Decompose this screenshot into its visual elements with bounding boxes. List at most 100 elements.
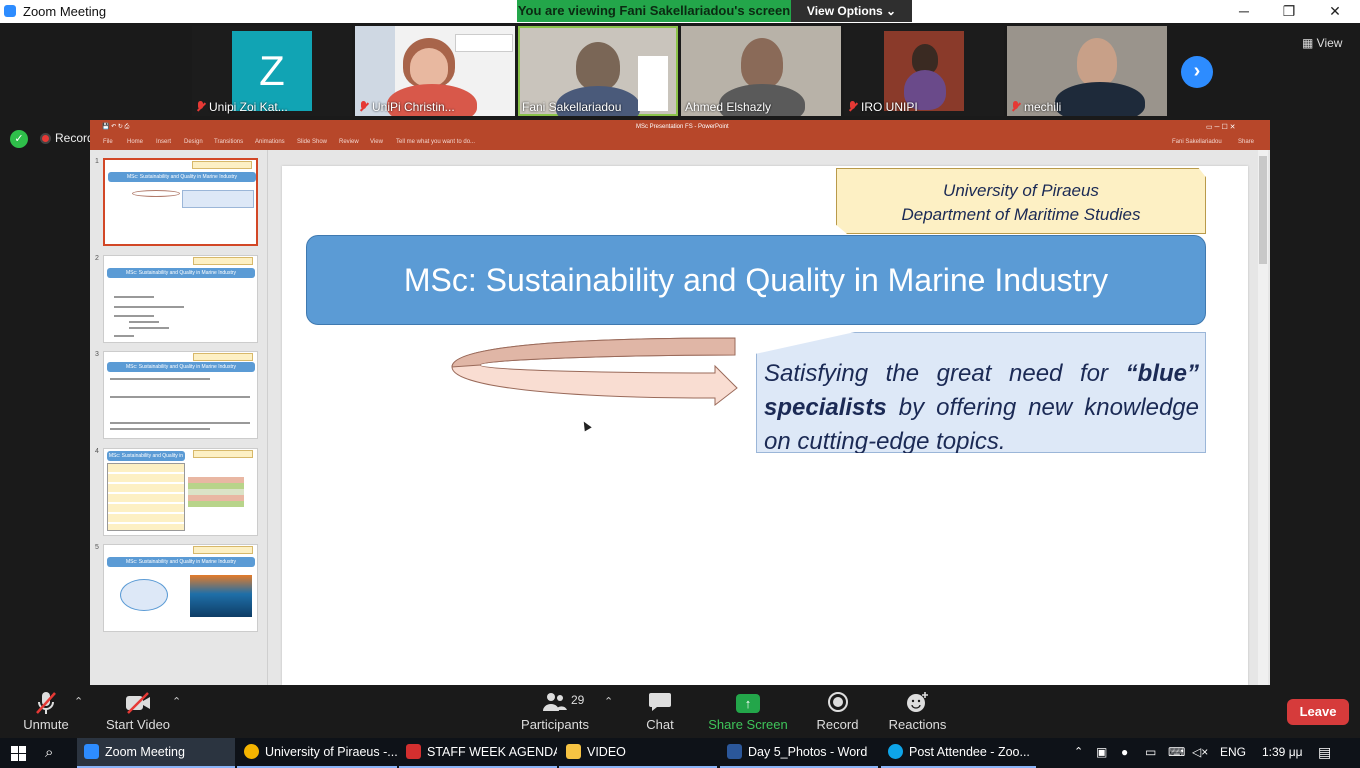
unmute-button[interactable]: Unmute xyxy=(16,685,76,738)
powerpoint-titlebar: MSc Presentation FS - PowerPoint 💾 ↶ ↻ ⎙… xyxy=(90,120,1270,134)
participants-button[interactable]: 29 Participants xyxy=(520,685,590,738)
thumb-title: MSc: Sustainability and Quality in Marin… xyxy=(108,172,256,182)
thumb-university-box xyxy=(193,257,253,265)
thumb-university-box xyxy=(193,353,253,361)
view-options-button[interactable]: View Options ⌄ xyxy=(791,0,912,22)
thumb-title: MSc: Sustainability and Quality in Marin… xyxy=(107,451,185,469)
minimize-icon[interactable]: ─ xyxy=(1221,0,1267,23)
tray-mic-icon[interactable]: ● xyxy=(1121,738,1128,768)
powerpoint-window-controls: ▭ ─ ☐ ✕ xyxy=(1206,124,1236,131)
tray-clock[interactable]: 1:39 μμ xyxy=(1262,738,1303,768)
participant-gallery: Z Unipi Zoi Kat... UniPi Christin... Fan… xyxy=(0,23,1360,118)
share-screen-button[interactable]: ↑ Share Screen xyxy=(708,685,788,738)
tray-network-icon[interactable]: ⌨ xyxy=(1168,738,1185,768)
zoom-app-icon xyxy=(4,5,16,17)
tray-webcam-icon[interactable]: ▣ xyxy=(1096,738,1107,768)
slide-number: 1 xyxy=(95,158,99,165)
participants-count: 29 xyxy=(571,693,585,707)
slide-thumbnail[interactable]: MSc: Sustainability and Quality in Marin… xyxy=(103,448,258,536)
participants-caret-icon[interactable]: ⌃ xyxy=(604,695,613,708)
next-page-icon[interactable]: › xyxy=(1181,56,1213,88)
muted-mic-icon xyxy=(359,101,368,113)
ribbon-tab[interactable]: Review xyxy=(339,139,359,145)
quick-access-icons: 💾 ↶ ↻ ⎙ xyxy=(102,124,130,130)
thumb-university-box xyxy=(193,546,253,554)
taskbar-item-chrome[interactable]: University of Piraeus -... xyxy=(237,738,397,768)
tray-language[interactable]: ENG xyxy=(1220,738,1246,768)
participant-name: Ahmed Elshazly xyxy=(685,100,772,114)
participant-name: IRO UNIPI xyxy=(848,100,918,114)
avatar-letter: Z xyxy=(232,31,312,111)
ribbon-tab[interactable]: View xyxy=(370,139,383,145)
gallery-view-button[interactable]: ▦ View xyxy=(1302,36,1342,50)
participant-name: UniPi Christin... xyxy=(359,100,455,114)
close-icon[interactable]: ✕ xyxy=(1312,0,1358,23)
notifications-icon[interactable]: ▤ xyxy=(1318,738,1331,768)
participant-tile[interactable]: Z Unipi Zoi Kat... xyxy=(192,26,352,116)
share-button[interactable]: Share xyxy=(1238,139,1254,145)
thumb-university-box xyxy=(192,161,252,169)
powerpoint-workspace: 1 MSc: Sustainability and Quality in Mar… xyxy=(90,150,1270,685)
ribbon-tab[interactable]: Slide Show xyxy=(297,139,327,145)
tray-volume-icon[interactable]: ◁× xyxy=(1192,738,1208,768)
thumb-university-box xyxy=(193,450,253,458)
slide-thumbnail[interactable]: MSc: Sustainability and Quality in Marin… xyxy=(103,158,258,246)
share-screen-icon: ↑ xyxy=(708,691,788,715)
participants-icon: 29 xyxy=(520,691,590,715)
participant-tile-active-speaker[interactable]: Fani Sakellariadou xyxy=(518,26,678,116)
thumb-title: MSc: Sustainability and Quality in Marin… xyxy=(107,362,255,372)
participant-tile[interactable]: Ahmed Elshazly xyxy=(681,26,841,116)
slide-canvas[interactable]: University of Piraeus Department of Mari… xyxy=(282,166,1248,685)
participant-tile[interactable]: UniPi Christin... xyxy=(355,26,515,116)
viewing-screen-banner: You are viewing Fani Sakellariadou's scr… xyxy=(517,0,791,22)
scroll-thumb[interactable] xyxy=(1259,156,1267,264)
shared-screen: MSc Presentation FS - PowerPoint 💾 ↶ ↻ ⎙… xyxy=(90,120,1270,685)
ribbon-tab[interactable]: Home xyxy=(127,139,143,145)
slide-thumbnail[interactable]: MSc: Sustainability and Quality in Marin… xyxy=(103,351,258,439)
record-button[interactable]: Record xyxy=(810,685,865,738)
slide-thumbnail[interactable]: MSc: Sustainability and Quality in Marin… xyxy=(103,255,258,343)
slide-quote: Satisfying the great need for “blue” spe… xyxy=(756,332,1206,453)
ribbon-tab[interactable]: Insert xyxy=(156,139,171,145)
taskbar-item-pdf[interactable]: STAFF WEEK AGENDA... xyxy=(399,738,557,768)
windows-start-icon[interactable] xyxy=(11,746,26,761)
meeting-toolbar: Unmute ⌃ Start Video ⌃ 29 Participants ⌃… xyxy=(0,685,1360,738)
participant-tile[interactable]: mechili xyxy=(1007,26,1167,116)
reactions-button[interactable]: Reactions xyxy=(885,685,950,738)
slide-title: MSc: Sustainability and Quality in Marin… xyxy=(306,235,1206,325)
tell-me-box[interactable]: Tell me what you want to do... xyxy=(396,139,475,145)
audio-options-caret-icon[interactable]: ⌃ xyxy=(74,695,83,708)
start-video-button[interactable]: Start Video xyxy=(103,685,173,738)
thumb-title: MSc: Sustainability and Quality in Marin… xyxy=(107,557,255,567)
participant-tile[interactable]: IRO UNIPI xyxy=(844,26,1004,116)
slide-number: 5 xyxy=(95,544,99,551)
taskbar-item-zoom-meeting[interactable]: Zoom Meeting xyxy=(77,738,235,768)
chat-button[interactable]: Chat xyxy=(630,685,690,738)
taskbar-item-folder[interactable]: VIDEO xyxy=(559,738,717,768)
taskbar-item-word[interactable]: Day 5_Photos - Word xyxy=(720,738,878,768)
video-off-icon xyxy=(103,691,173,715)
search-icon[interactable]: ⌕ xyxy=(45,738,67,768)
record-dot-icon xyxy=(40,132,51,144)
tray-overflow-icon[interactable]: ⌃ xyxy=(1074,738,1083,768)
ribbon-tab[interactable]: File xyxy=(103,139,113,145)
leave-button[interactable]: Leave xyxy=(1287,699,1349,725)
slide-thumbnail[interactable]: MSc: Sustainability and Quality in Marin… xyxy=(103,544,258,632)
folder-icon xyxy=(566,744,581,759)
ribbon-tab[interactable]: Design xyxy=(184,139,203,145)
ribbon-tab[interactable]: Transitions xyxy=(214,139,243,145)
windows-taskbar: ⌕ Zoom Meeting University of Piraeus -..… xyxy=(0,738,1360,768)
ribbon-tab[interactable]: Animations xyxy=(255,139,285,145)
security-shield-icon[interactable]: ✓ xyxy=(10,130,28,148)
video-options-caret-icon[interactable]: ⌃ xyxy=(172,695,181,708)
muted-mic-icon xyxy=(16,691,76,715)
taskbar-item-edge[interactable]: Post Attendee - Zoo... xyxy=(881,738,1036,768)
vertical-scrollbar[interactable] xyxy=(1258,150,1268,685)
account-user[interactable]: Fani Sakellariadou xyxy=(1172,139,1222,145)
muted-mic-icon xyxy=(1011,101,1020,113)
tray-battery-icon[interactable]: ▭ xyxy=(1145,738,1156,768)
thumb-title: MSc: Sustainability and Quality in Marin… xyxy=(107,268,255,278)
maximize-icon[interactable]: ❐ xyxy=(1266,0,1312,23)
curved-arrow-icon xyxy=(451,337,738,407)
slide-number: 2 xyxy=(95,255,99,262)
